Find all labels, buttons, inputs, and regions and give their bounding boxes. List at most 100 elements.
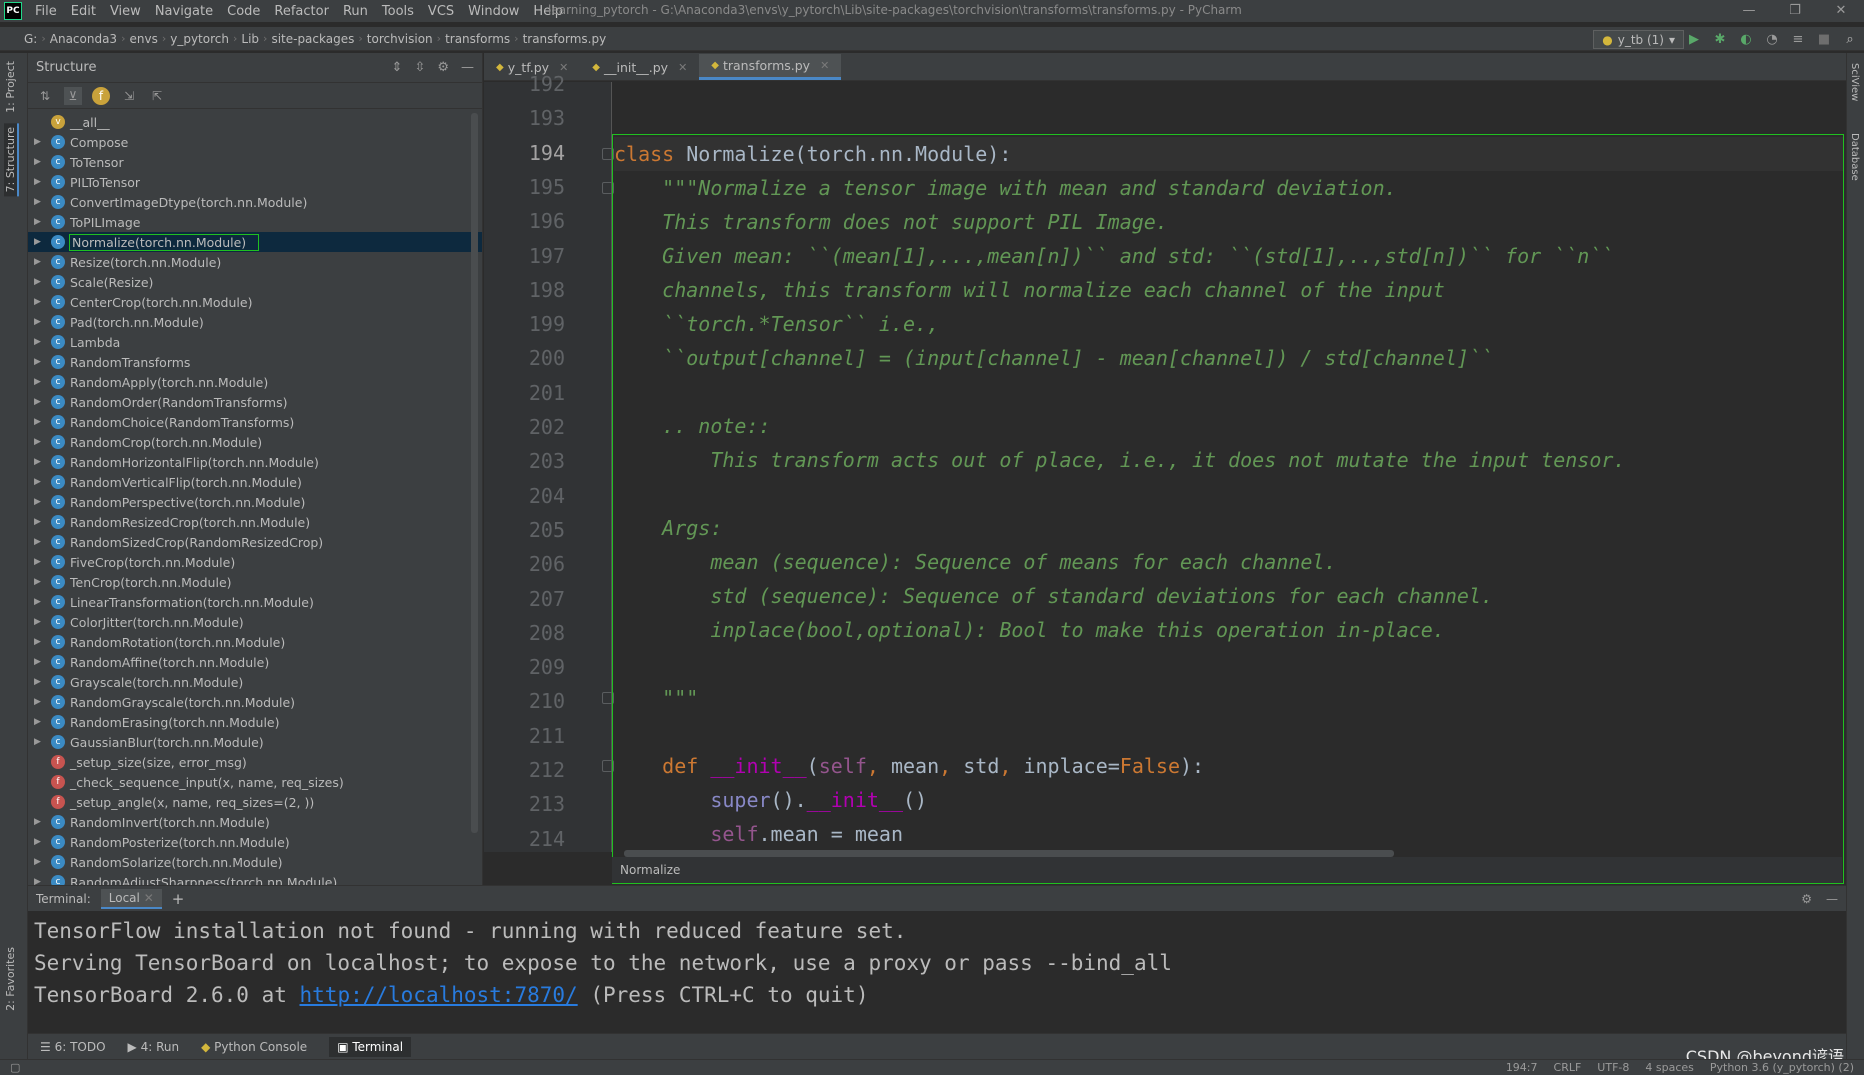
layout-icon[interactable]: ▢	[10, 1061, 20, 1074]
structure-item[interactable]: ▶ c PILToTensor	[28, 172, 482, 192]
expand-arrow-icon[interactable]: ▶	[34, 637, 48, 647]
new-terminal-icon[interactable]: +	[172, 890, 185, 908]
structure-item[interactable]: ▶ c RandomPosterize(torch.nn.Module)	[28, 832, 482, 852]
code-line[interactable]: inplace(bool,optional): Bool to make thi…	[614, 613, 1445, 647]
hide-panel-icon[interactable]: —	[461, 60, 474, 75]
interpreter-selector[interactable]: Python 3.6 (y_pytorch) (2)	[1710, 1061, 1854, 1074]
gear-icon[interactable]: ⚙	[1801, 892, 1812, 906]
fold-marker-icon[interactable]	[602, 692, 614, 704]
expand-arrow-icon[interactable]: ▶	[34, 717, 48, 727]
run-configuration-select[interactable]: ● y_tb (1) ▾	[1593, 30, 1684, 49]
cursor-position[interactable]: 194:7	[1506, 1061, 1538, 1074]
autoscroll-from-source-icon[interactable]: ⇱	[148, 87, 166, 105]
breadcrumb-site-packages[interactable]: site-packages	[267, 32, 358, 46]
expand-arrow-icon[interactable]: ▶	[34, 197, 48, 207]
editor-breadcrumb-label[interactable]: Normalize	[620, 863, 680, 877]
structure-item[interactable]: ▶ c RandomAffine(torch.nn.Module)	[28, 652, 482, 672]
code-line[interactable]: .. note::	[614, 409, 770, 443]
code-line[interactable]: class Normalize(torch.nn.Module):	[614, 137, 1011, 171]
hide-panel-icon[interactable]: —	[1826, 892, 1838, 906]
structure-item[interactable]: ▶ c Pad(torch.nn.Module)	[28, 312, 482, 332]
line-number-gutter[interactable]: 192 193 194 195 196 197 198 199 200 201 202 203 204 2…	[484, 72, 614, 852]
code-line[interactable]: This transform does not support PIL Imag…	[614, 205, 1168, 239]
breadcrumb-lib[interactable]: Lib	[237, 32, 263, 46]
tab-transforms-py[interactable]: ◆ transforms.py ✕	[699, 54, 842, 80]
expand-arrow-icon[interactable]: ▶	[34, 137, 48, 147]
menu-vcs[interactable]: VCS	[421, 4, 461, 19]
search-icon[interactable]: ⌕	[1840, 30, 1860, 48]
code-line[interactable]: Given mean: ``(mean[1],...,mean[n])`` an…	[614, 239, 1613, 273]
autoscroll-to-source-icon[interactable]: ⇲	[120, 87, 138, 105]
expand-arrow-icon[interactable]: ▶	[34, 517, 48, 527]
structure-item[interactable]: ▶ c RandomGrayscale(torch.nn.Module)	[28, 692, 482, 712]
sort-alpha-icon[interactable]: ⇅	[36, 87, 54, 105]
structure-item[interactable]: ▶ c RandomCrop(torch.nn.Module)	[28, 432, 482, 452]
code-editor[interactable]: 192 193 194 195 196 197 198 199 200 201 202 203 204 2…	[484, 72, 1846, 885]
structure-item[interactable]: ▶ c ToTensor	[28, 152, 482, 172]
expand-arrow-icon[interactable]: ▶	[34, 697, 48, 707]
expand-arrow-icon[interactable]: ▶	[34, 677, 48, 687]
show-fields-icon[interactable]: ⊻	[64, 86, 82, 105]
line-separator[interactable]: CRLF	[1554, 1061, 1582, 1074]
expand-arrow-icon[interactable]: ▶	[34, 737, 48, 747]
expand-arrow-icon[interactable]: ▶	[34, 397, 48, 407]
expand-arrow-icon[interactable]: ▶	[34, 217, 48, 227]
structure-item[interactable]: ▶ c Compose	[28, 132, 482, 152]
expand-arrow-icon[interactable]: ▶	[34, 417, 48, 427]
code-line[interactable]: def __init__(self, mean, std, inplace=Fa…	[614, 749, 1204, 783]
file-encoding[interactable]: UTF-8	[1597, 1061, 1629, 1074]
structure-item[interactable]: ▶ c RandomResizedCrop(torch.nn.Module)	[28, 512, 482, 532]
expand-arrow-icon[interactable]: ▶	[34, 857, 48, 867]
structure-item[interactable]: ▶ c RandomRotation(torch.nn.Module)	[28, 632, 482, 652]
menu-file[interactable]: File	[28, 4, 64, 19]
database-tab[interactable]: Database	[1849, 133, 1860, 181]
close-window-button[interactable]: ✕	[1818, 0, 1864, 22]
code-line[interactable]: ``torch.*Tensor`` i.e.,	[614, 307, 939, 341]
terminal-tab-local[interactable]: Local ✕	[100, 888, 162, 909]
code-line[interactable]: mean (sequence): Sequence of means for e…	[614, 545, 1336, 579]
expand-arrow-icon[interactable]: ▶	[34, 297, 48, 307]
fold-marker-icon[interactable]	[602, 148, 614, 160]
code-line[interactable]: super().__init__()	[614, 783, 927, 817]
concurrency-icon[interactable]: ≡	[1788, 30, 1808, 48]
structure-scrollbar[interactable]	[471, 113, 478, 833]
breadcrumb-torchvision[interactable]: torchvision	[363, 32, 437, 46]
structure-item[interactable]: ▶ c RandomSizedCrop(RandomResizedCrop)	[28, 532, 482, 552]
tool-tab-terminal[interactable]: ▣ Terminal	[329, 1036, 412, 1057]
structure-item[interactable]: ▶ c RandomTransforms	[28, 352, 482, 372]
breadcrumb-file[interactable]: transforms.py	[519, 32, 611, 46]
menu-tools[interactable]: Tools	[375, 4, 421, 19]
breadcrumb-transforms[interactable]: transforms	[441, 32, 514, 46]
tool-tab-run[interactable]: ▶ 4: Run	[128, 1040, 180, 1054]
structure-item[interactable]: ▶ c Normalize(torch.nn.Module)	[28, 232, 482, 252]
gear-icon[interactable]: ⚙	[437, 60, 449, 75]
expand-arrow-icon[interactable]: ▶	[34, 537, 48, 547]
menu-window[interactable]: Window	[461, 4, 526, 19]
expand-arrow-icon[interactable]: ▶	[34, 477, 48, 487]
menu-edit[interactable]: Edit	[64, 4, 103, 19]
structure-item[interactable]: ▶ c LinearTransformation(torch.nn.Module)	[28, 592, 482, 612]
minimize-button[interactable]: —	[1726, 0, 1772, 22]
code-line[interactable]: This transform acts out of place, i.e., …	[614, 443, 1625, 477]
expand-all-icon[interactable]: ⇕	[392, 60, 403, 75]
breadcrumb-y-pytorch[interactable]: y_pytorch	[166, 32, 233, 46]
expand-arrow-icon[interactable]: ▶	[34, 497, 48, 507]
expand-arrow-icon[interactable]: ▶	[34, 317, 48, 327]
show-inherited-icon[interactable]: f	[92, 86, 110, 105]
close-tab-icon[interactable]: ✕	[820, 59, 829, 72]
structure-item[interactable]: ▶ c Scale(Resize)	[28, 272, 482, 292]
code-line[interactable]: self.mean = mean	[614, 817, 903, 851]
expand-arrow-icon[interactable]: ▶	[34, 817, 48, 827]
structure-item[interactable]: f _setup_angle(x, name, req_sizes=(2, ))	[28, 792, 482, 812]
expand-arrow-icon[interactable]: ▶	[34, 377, 48, 387]
expand-arrow-icon[interactable]: ▶	[34, 617, 48, 627]
expand-arrow-icon[interactable]: ▶	[34, 657, 48, 667]
tool-tab-project[interactable]: 1: Project	[4, 57, 17, 117]
expand-arrow-icon[interactable]: ▶	[34, 177, 48, 187]
sciview-tab[interactable]: SciView	[1849, 63, 1860, 101]
expand-arrow-icon[interactable]: ▶	[34, 277, 48, 287]
tool-tab-python-console[interactable]: ◆ Python Console	[201, 1040, 307, 1054]
code-line[interactable]: channels, this transform will normalize …	[614, 273, 1445, 307]
structure-item[interactable]: ▶ c ColorJitter(torch.nn.Module)	[28, 612, 482, 632]
breadcrumb-anaconda3[interactable]: Anaconda3	[46, 32, 121, 46]
